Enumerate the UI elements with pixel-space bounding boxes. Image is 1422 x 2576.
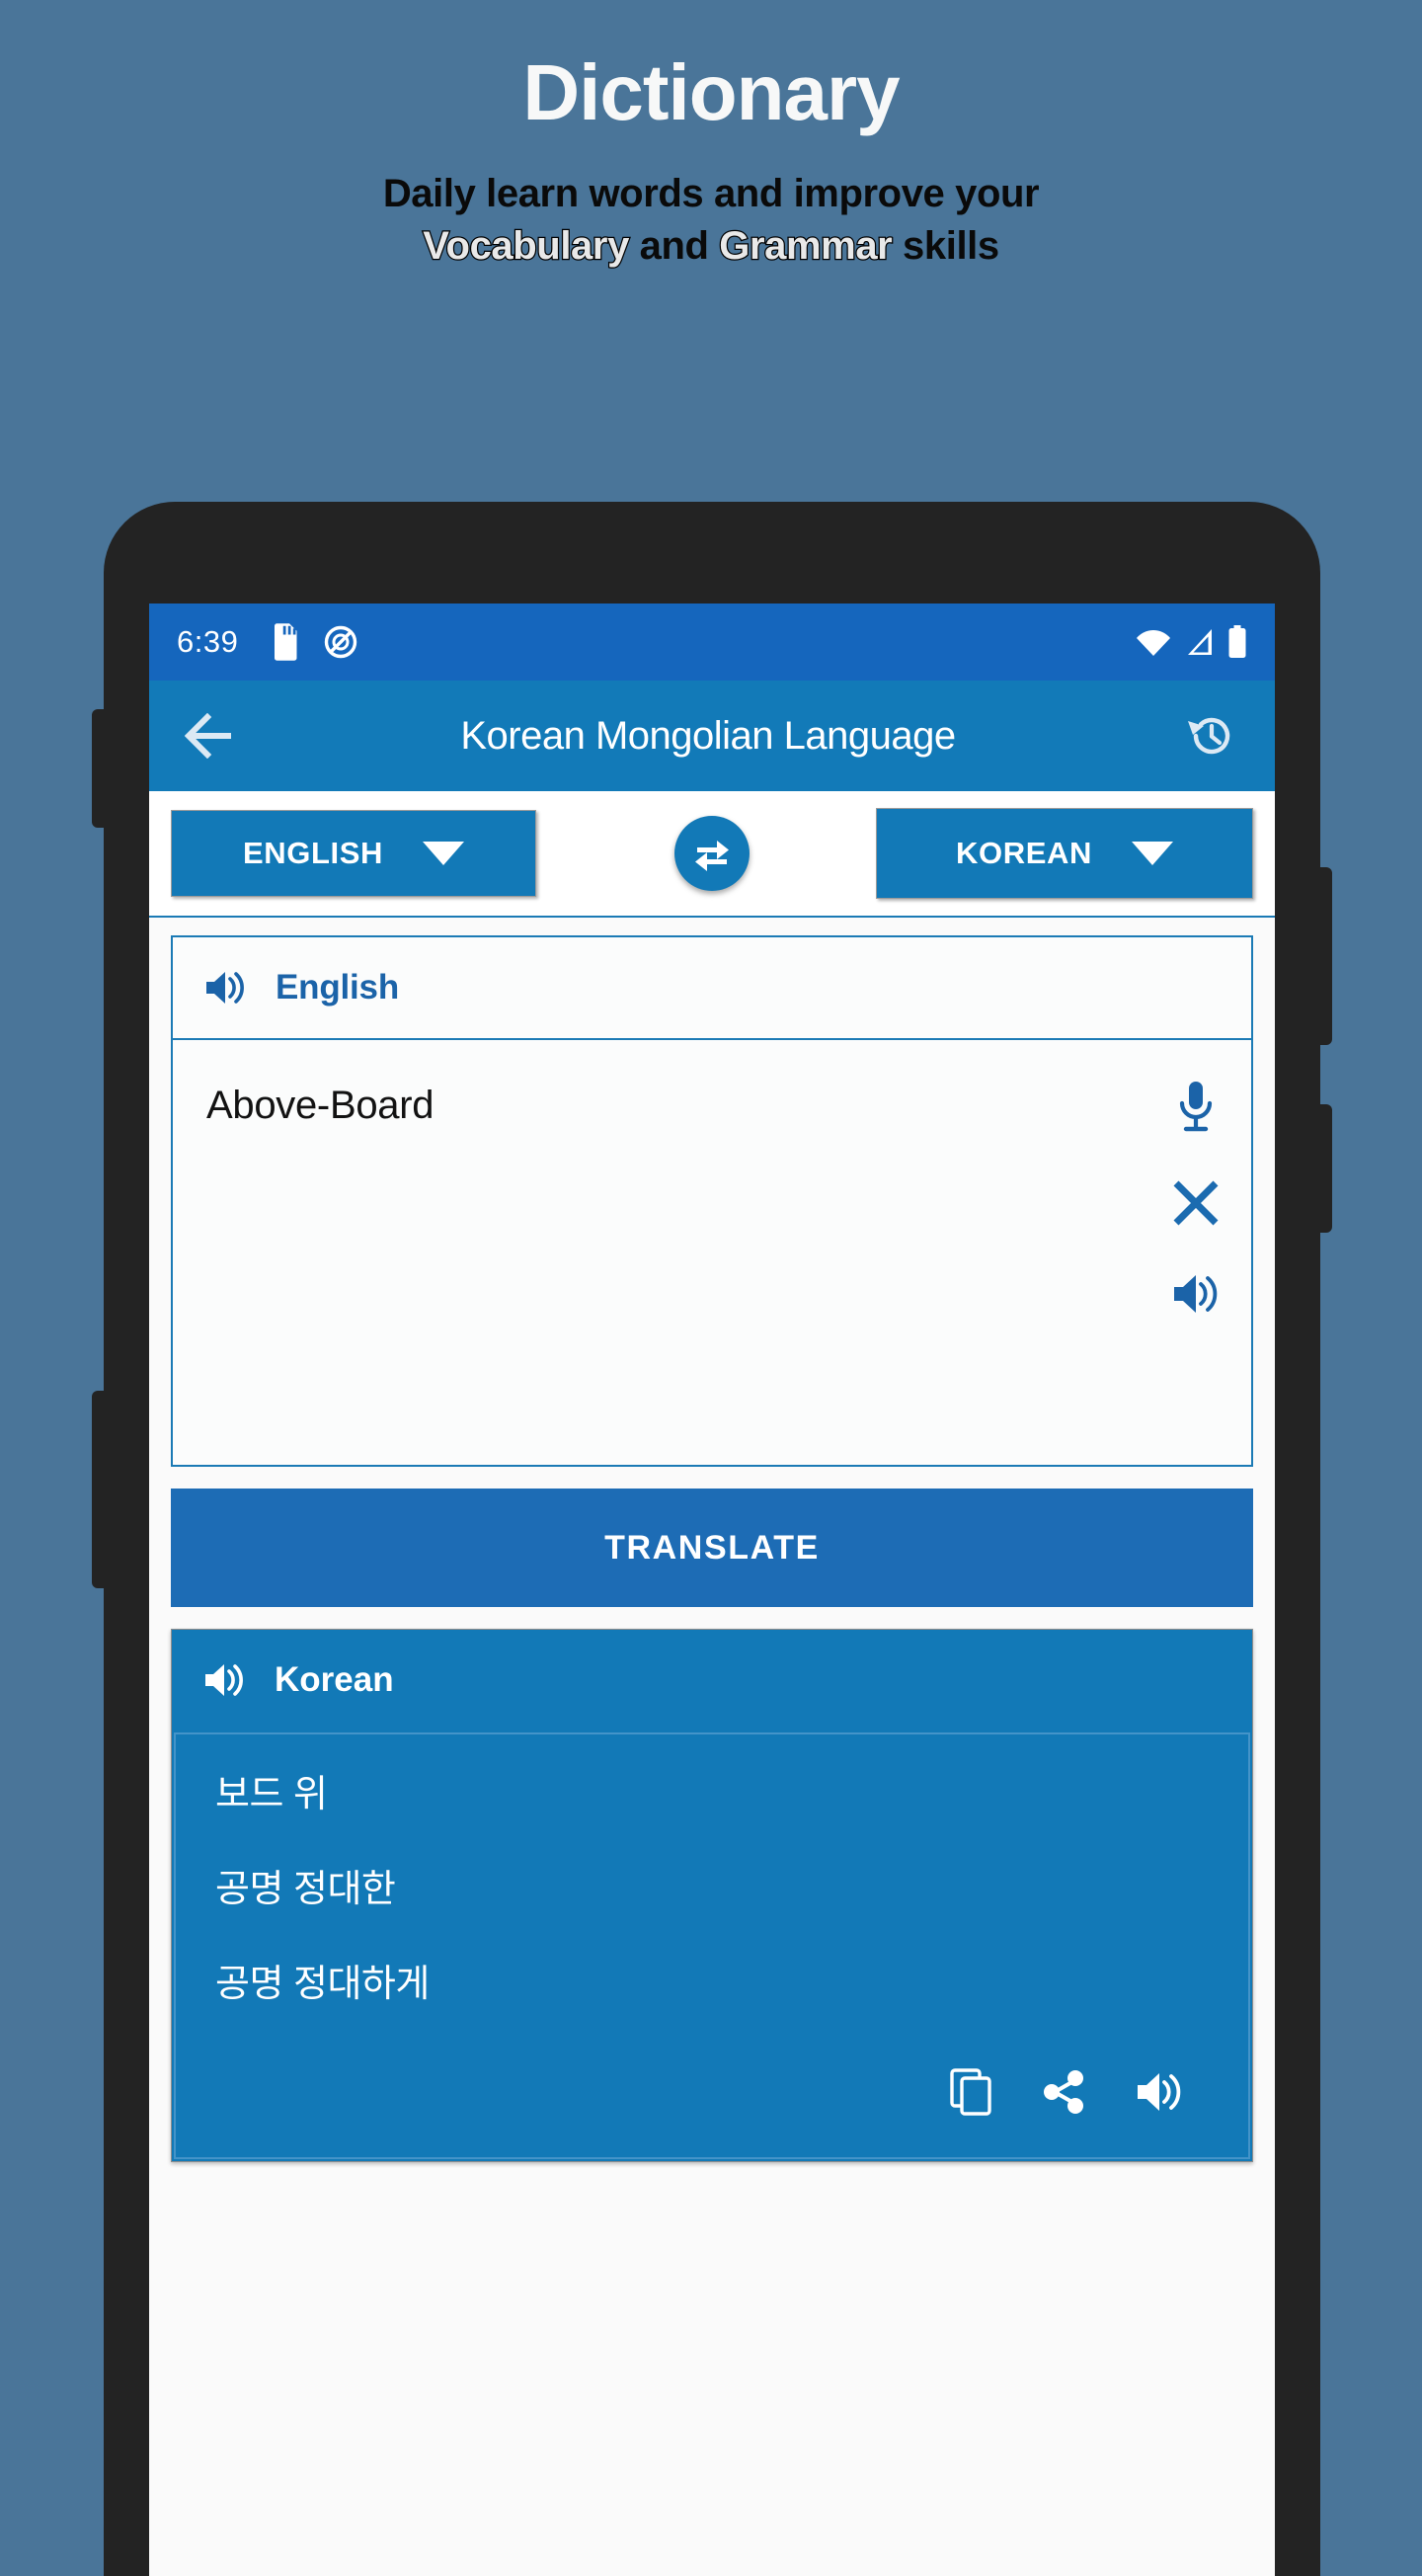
sd-card-icon — [270, 623, 299, 661]
chevron-down-icon — [1131, 842, 1173, 865]
language-selector-row: ENGLISH KOREAN — [149, 791, 1275, 918]
speaker-icon[interactable] — [202, 968, 248, 1007]
target-language-label: KOREAN — [956, 836, 1092, 870]
promo-keyword-grammar: Grammar — [718, 223, 894, 270]
speaker-icon[interactable] — [1134, 2069, 1187, 2115]
status-bar-left-icons — [270, 623, 358, 661]
source-text-area[interactable]: Above-Board — [173, 1040, 1251, 1465]
promo-subtitle-line-1: Daily learn words and improve your — [382, 172, 1040, 215]
do-not-disturb-icon — [323, 624, 358, 660]
promo-header: Dictionary Daily learn words and improve… — [0, 0, 1422, 273]
result-action-icons — [215, 2060, 1209, 2132]
speaker-icon[interactable] — [201, 1660, 247, 1700]
phone-side-button-left-bottom — [92, 1391, 106, 1588]
result-line: 보드 위 — [215, 1774, 328, 1815]
app-bar: Korean Mongolian Language — [149, 681, 1275, 791]
result-line: 공명 정대한 — [215, 1869, 396, 1910]
phone-frame: 6:39 Korean Mongolian Language ENGLISH K… — [92, 502, 1332, 2576]
translate-button[interactable]: TRANSLATE — [171, 1489, 1253, 1607]
result-line: 공명 정대하게 — [215, 1964, 430, 2005]
app-bar-title: Korean Mongolian Language — [460, 713, 956, 758]
battery-icon — [1227, 625, 1247, 659]
back-arrow-icon[interactable] — [185, 713, 238, 759]
chevron-down-icon — [423, 842, 464, 865]
promo-subtitle-line-2: Vocabulary and Grammar skills — [0, 220, 1422, 273]
speaker-icon[interactable] — [1170, 1271, 1222, 1317]
wifi-icon — [1135, 626, 1172, 658]
promo-keyword-vocabulary: Vocabulary — [422, 223, 631, 270]
source-language-label: ENGLISH — [243, 836, 383, 870]
promo-subtitle: Daily learn words and improve your Vocab… — [0, 168, 1422, 273]
phone-side-button-right-bottom — [1318, 1104, 1332, 1233]
status-bar-right-icons — [1135, 625, 1247, 659]
source-card-language-label: English — [276, 968, 399, 1006]
status-bar-time: 6:39 — [177, 624, 239, 659]
promo-subtitle-tail: skills — [892, 223, 999, 268]
swap-languages-button[interactable] — [674, 816, 750, 891]
copy-icon[interactable] — [948, 2066, 995, 2118]
result-card: Korean 보드 위 공명 정대한 공명 정대하게 — [171, 1629, 1253, 2162]
cellular-signal-icon — [1184, 626, 1216, 658]
source-text-value[interactable]: Above-Board — [206, 1084, 1218, 1128]
history-icon[interactable] — [1184, 708, 1239, 764]
source-text-card: English Above-Board — [171, 935, 1253, 1467]
page-title: Dictionary — [522, 48, 900, 136]
result-card-header: Korean — [172, 1630, 1252, 1731]
result-text-area: 보드 위 공명 정대한 공명 정대하게 — [174, 1732, 1250, 2159]
phone-side-button-right-top — [1318, 867, 1332, 1045]
promo-conjunction: and — [628, 223, 720, 268]
swap-horizontal-icon — [690, 832, 734, 875]
result-card-language-label: Korean — [275, 1660, 394, 1699]
phone-side-button-left-top — [92, 709, 106, 828]
phone-screen: 6:39 Korean Mongolian Language ENGLISH K… — [149, 604, 1275, 2576]
share-icon[interactable] — [1039, 2066, 1090, 2118]
status-bar: 6:39 — [149, 604, 1275, 681]
source-language-dropdown[interactable]: ENGLISH — [171, 810, 536, 897]
source-card-header: English — [173, 937, 1251, 1040]
clear-icon[interactable] — [1171, 1178, 1221, 1228]
microphone-icon[interactable] — [1173, 1080, 1219, 1135]
target-language-dropdown[interactable]: KOREAN — [876, 808, 1253, 899]
source-action-icons — [1170, 1080, 1222, 1317]
